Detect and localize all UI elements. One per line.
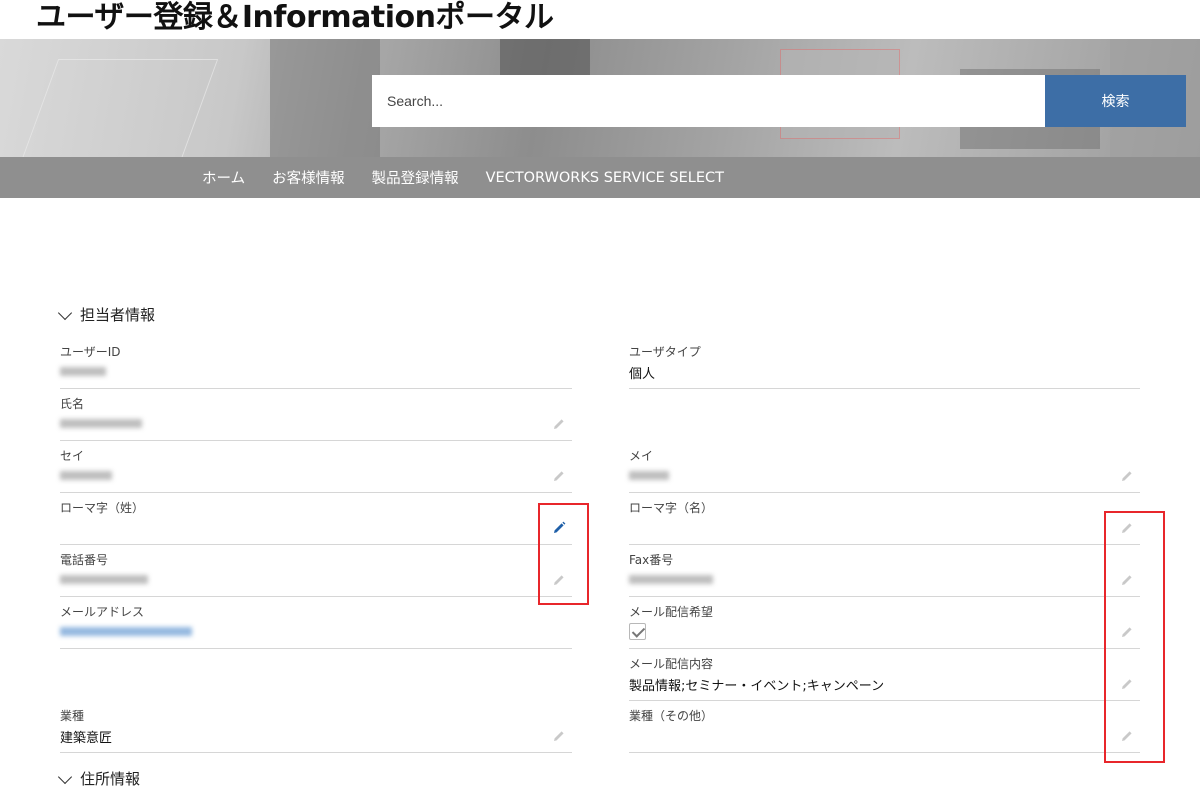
- field-label: メール配信内容: [629, 657, 714, 671]
- field-romaji-last: ローマ字（姓）: [60, 493, 572, 545]
- field-industry: 業種 建築意匠: [60, 701, 572, 753]
- field-label: セイ: [60, 449, 85, 463]
- field-label: メールアドレス: [60, 605, 145, 619]
- field-fax: Fax番号: [629, 545, 1140, 597]
- field-label: メイ: [629, 449, 654, 463]
- field-email: メールアドレス: [60, 597, 572, 649]
- field-phone: 電話番号: [60, 545, 572, 597]
- pencil-icon[interactable]: [552, 729, 566, 743]
- field-user-id: ユーザーID: [60, 337, 572, 389]
- redacted-value: [60, 471, 112, 480]
- field-label: ユーザーID: [60, 345, 121, 359]
- search-input[interactable]: [372, 75, 1045, 127]
- section-header-address[interactable]: 住所情報: [57, 768, 141, 789]
- field-industry-other: 業種（その他）: [629, 701, 1140, 753]
- highlight-box: [1104, 511, 1165, 763]
- pencil-icon[interactable]: [1120, 469, 1134, 483]
- redacted-value: [629, 575, 713, 584]
- field-label: 業種（その他）: [629, 709, 714, 723]
- highlight-box: [538, 503, 589, 605]
- redacted-value: [629, 471, 669, 480]
- field-label: 氏名: [60, 397, 85, 411]
- hero-graphic: [21, 59, 219, 157]
- pencil-icon[interactable]: [552, 469, 566, 483]
- redacted-value: [60, 367, 106, 376]
- field-full-name: 氏名: [60, 389, 572, 441]
- redacted-value[interactable]: [60, 627, 192, 636]
- section-title: 担当者情報: [80, 306, 156, 324]
- field-mail-opt-in: メール配信希望: [629, 597, 1140, 649]
- redacted-value: [60, 575, 148, 584]
- field-value: 製品情報;セミナー・イベント;キャンペーン: [629, 679, 885, 694]
- field-label: ローマ字（名）: [629, 501, 714, 515]
- site-title: ユーザー登録＆Informationポータル: [36, 0, 554, 35]
- mail-opt-in-checkbox[interactable]: [629, 623, 646, 640]
- main-nav: ホーム お客様情報 製品登録情報 VECTORWORKS SERVICE SEL…: [0, 157, 1200, 198]
- field-mail-content: メール配信内容 製品情報;セミナー・イベント;キャンペーン: [629, 649, 1140, 701]
- field-sei: セイ: [60, 441, 572, 493]
- field-user-type: ユーザタイプ 個人: [629, 337, 1140, 389]
- field-label: Fax番号: [629, 553, 674, 567]
- nav-item-home[interactable]: ホーム: [202, 167, 245, 188]
- field-value: 個人: [629, 367, 656, 382]
- field-label: ユーザタイプ: [629, 345, 701, 359]
- nav-item-service-select[interactable]: VECTORWORKS SERVICE SELECT: [486, 170, 724, 186]
- chevron-down-icon: [57, 305, 73, 320]
- field-mei: メイ: [629, 441, 1140, 493]
- field-label: メール配信希望: [629, 605, 714, 619]
- field-romaji-first: ローマ字（名）: [629, 493, 1140, 545]
- section-header-contact[interactable]: 担当者情報: [57, 304, 156, 325]
- redacted-value: [60, 419, 142, 428]
- field-label: 電話番号: [60, 553, 109, 567]
- hero-graphic: [270, 39, 380, 157]
- section-title: 住所情報: [80, 770, 141, 788]
- field-label: 業種: [60, 709, 85, 723]
- nav-item-product-registration[interactable]: 製品登録情報: [372, 167, 459, 188]
- hero-graphic: [500, 39, 590, 79]
- pencil-icon[interactable]: [552, 417, 566, 431]
- search-button[interactable]: 検索: [1045, 75, 1186, 127]
- chevron-down-icon: [57, 769, 73, 784]
- nav-item-customer-info[interactable]: お客様情報: [272, 167, 345, 188]
- field-value: 建築意匠: [60, 731, 113, 746]
- field-label: ローマ字（姓）: [60, 501, 145, 515]
